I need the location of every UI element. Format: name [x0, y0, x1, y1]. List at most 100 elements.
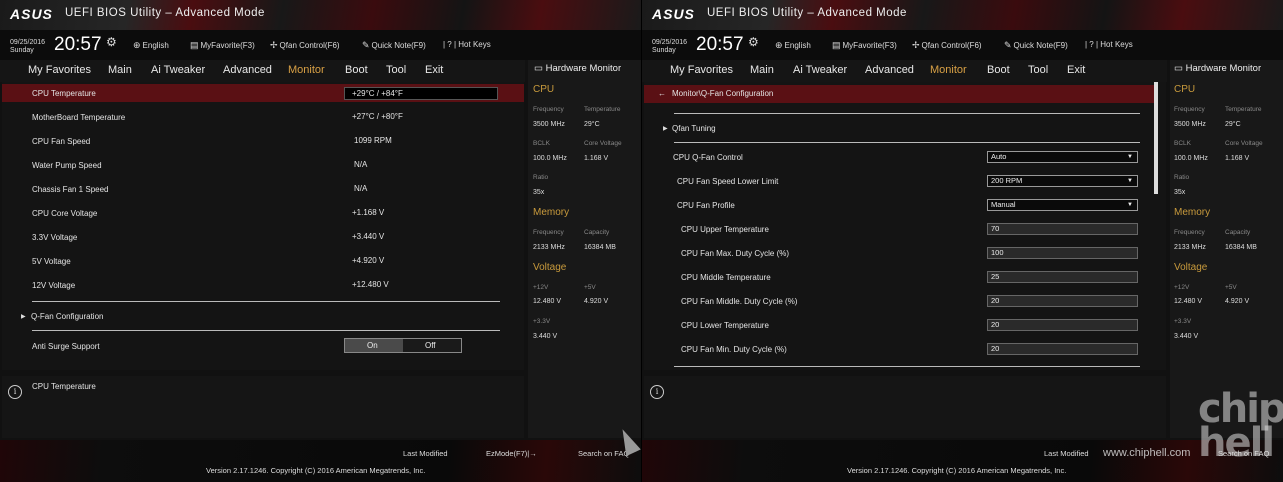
myfavorite-button[interactable]: ▤ MyFavorite(F3) [190, 40, 255, 51]
tab-exit[interactable]: Exit [1067, 64, 1085, 76]
cpu-lower-temperature-input[interactable]: 20 [987, 319, 1138, 331]
fan-icon: ✢ [270, 40, 278, 50]
hw-12v-label: +12V [533, 284, 549, 291]
hw-cpu-freq: 3500 MHz [1174, 121, 1206, 128]
cpu-qfan-control-label: CPU Q-Fan Control [673, 153, 743, 162]
hw-voltage-title: Voltage [533, 262, 567, 273]
cpu-upper-temperature-input[interactable]: 70 [987, 223, 1138, 235]
cpu-fan-max-duty-label: CPU Fan Max. Duty Cycle (%) [681, 249, 790, 258]
hw-5v-label: +5V [1225, 284, 1237, 291]
row-label-cpu-fan-speed[interactable]: CPU Fan Speed [32, 137, 90, 146]
tab-ai-tweaker[interactable]: Ai Tweaker [151, 64, 205, 76]
hw-ratio: 35x [533, 189, 545, 196]
quick-note-button[interactable]: ✎ Quick Note(F9) [362, 40, 426, 51]
version-copyright: Version 2.17.1246. Copyright (C) 2016 Am… [206, 466, 426, 475]
search-faq-button[interactable]: Search on FAQ [578, 449, 629, 458]
last-modified-button[interactable]: Last Modified [403, 449, 448, 458]
tab-ai-tweaker[interactable]: Ai Tweaker [793, 64, 847, 76]
gear-icon[interactable]: ⚙ [748, 35, 759, 49]
tab-main[interactable]: Main [108, 64, 132, 76]
hw-memory-title: Memory [533, 207, 570, 218]
tab-my-favorites[interactable]: My Favorites [670, 64, 733, 76]
divider [32, 330, 500, 331]
back-arrow-icon[interactable]: ← [658, 89, 666, 98]
hw-mem-freq: 2133 MHz [533, 244, 565, 251]
hot-keys-button[interactable]: | ? | Hot Keys [1085, 40, 1133, 49]
hw-vcore-label: Core Voltage [584, 140, 622, 147]
qfan-control-button[interactable]: ✢ Qfan Control(F6) [270, 40, 340, 51]
hw-mem-cap-label: Capacity [584, 229, 610, 236]
row-value-water-pump-speed: N/A [354, 160, 368, 169]
scrollbar[interactable] [1154, 82, 1158, 194]
tab-boot[interactable]: Boot [345, 64, 368, 76]
gear-icon[interactable]: ⚙ [106, 35, 117, 49]
row-label-chassis-fan-1-speed[interactable]: Chassis Fan 1 Speed [32, 185, 109, 194]
anti-surge-toggle[interactable]: On Off [344, 338, 462, 353]
dropdown-arrow-icon: ▼ [1127, 154, 1133, 160]
bios-screen-qfan: ASUS UEFI BIOS Utility – Advanced Mode 0… [642, 0, 1283, 482]
row-label-3-3v-voltage[interactable]: 3.3V Voltage [32, 233, 77, 242]
tab-exit[interactable]: Exit [425, 64, 443, 76]
qfan-control-button[interactable]: ✢ Qfan Control(F6) [912, 40, 982, 51]
tab-boot[interactable]: Boot [987, 64, 1010, 76]
asus-logo: ASUS [652, 6, 695, 22]
time-display: 20:57 [54, 34, 102, 55]
cpu-fan-min-duty-input[interactable]: 20 [987, 343, 1138, 355]
row-label-5v-voltage[interactable]: 5V Voltage [32, 257, 71, 266]
hw-ratio-label: Ratio [1174, 174, 1190, 181]
favorite-icon: ▤ [832, 40, 841, 50]
version-copyright: Version 2.17.1246. Copyright (C) 2016 Am… [847, 466, 1067, 475]
date-display: 09/25/2016 Sunday [10, 39, 46, 54]
footer-bar [0, 440, 641, 482]
row-label-12v-voltage[interactable]: 12V Voltage [32, 281, 75, 290]
anti-surge-label: Anti Surge Support [32, 342, 100, 351]
hw-cpu-freq-label: Frequency [533, 106, 564, 113]
language-button[interactable]: ⊕ English [133, 40, 169, 51]
hw-vcore-label: Core Voltage [1225, 140, 1263, 147]
cpu-qfan-control-select[interactable]: Auto ▼ [987, 151, 1138, 163]
cpu-fan-profile-select[interactable]: Manual ▼ [987, 199, 1138, 211]
divider [32, 301, 500, 302]
cpu-fan-profile-label: CPU Fan Profile [677, 201, 735, 210]
hw-bclk: 100.0 MHz [1174, 155, 1208, 162]
tab-advanced[interactable]: Advanced [865, 64, 914, 76]
tab-advanced[interactable]: Advanced [223, 64, 272, 76]
quick-note-button[interactable]: ✎ Quick Note(F9) [1004, 40, 1068, 51]
cpu-fan-lower-limit-select[interactable]: 200 RPM ▼ [987, 175, 1138, 187]
row-value-cpu-temperature: +29°C / +84°F [352, 89, 403, 98]
hw-5v: 4.920 V [584, 298, 609, 305]
qfan-configuration-submenu[interactable]: Q-Fan Configuration [31, 312, 103, 321]
tab-my-favorites[interactable]: My Favorites [28, 64, 91, 76]
cpu-middle-temperature-input[interactable]: 25 [987, 271, 1138, 283]
tab-tool[interactable]: Tool [386, 64, 406, 76]
tab-main[interactable]: Main [750, 64, 774, 76]
row-label-cpu-core-voltage[interactable]: CPU Core Voltage [32, 209, 97, 218]
row-value-motherboard-temperature: +27°C / +80°F [352, 112, 403, 121]
language-button[interactable]: ⊕ English [775, 40, 811, 51]
hot-keys-button[interactable]: | ? | Hot Keys [443, 40, 491, 49]
ezmode-button[interactable]: EzMode(F7)|→ [486, 449, 537, 458]
monitor-content [2, 82, 524, 370]
bios-screen-monitor: ASUS UEFI BIOS Utility – Advanced Mode 0… [0, 0, 641, 482]
favorite-icon: ▤ [190, 40, 199, 50]
cpu-fan-lower-limit-label: CPU Fan Speed Lower Limit [677, 177, 779, 186]
tab-monitor[interactable]: Monitor [288, 64, 325, 76]
qfan-tuning-submenu[interactable]: Qfan Tuning [672, 124, 716, 133]
tab-tool[interactable]: Tool [1028, 64, 1048, 76]
note-icon: ✎ [362, 40, 370, 50]
row-label-cpu-temperature[interactable]: CPU Temperature [32, 89, 96, 98]
cpu-fan-max-duty-input[interactable]: 100 [987, 247, 1138, 259]
hw-3-3v: 3.440 V [533, 333, 558, 340]
tab-monitor[interactable]: Monitor [930, 64, 967, 76]
hw-12v: 12.480 V [533, 298, 562, 305]
cpu-fan-middle-duty-input[interactable]: 20 [987, 295, 1138, 307]
cpu-lower-temperature-label: CPU Lower Temperature [681, 321, 769, 330]
myfavorite-button[interactable]: ▤ MyFavorite(F3) [832, 40, 897, 51]
last-modified-button[interactable]: Last Modified [1044, 449, 1089, 458]
hw-mem-freq-label: Frequency [533, 229, 564, 236]
hw-12v: 12.480 V [1174, 298, 1203, 305]
row-label-motherboard-temperature[interactable]: MotherBoard Temperature [32, 113, 125, 122]
row-label-water-pump-speed[interactable]: Water Pump Speed [32, 161, 102, 170]
globe-icon: ⊕ [775, 40, 783, 50]
hw-mem-freq: 2133 MHz [1174, 244, 1206, 251]
